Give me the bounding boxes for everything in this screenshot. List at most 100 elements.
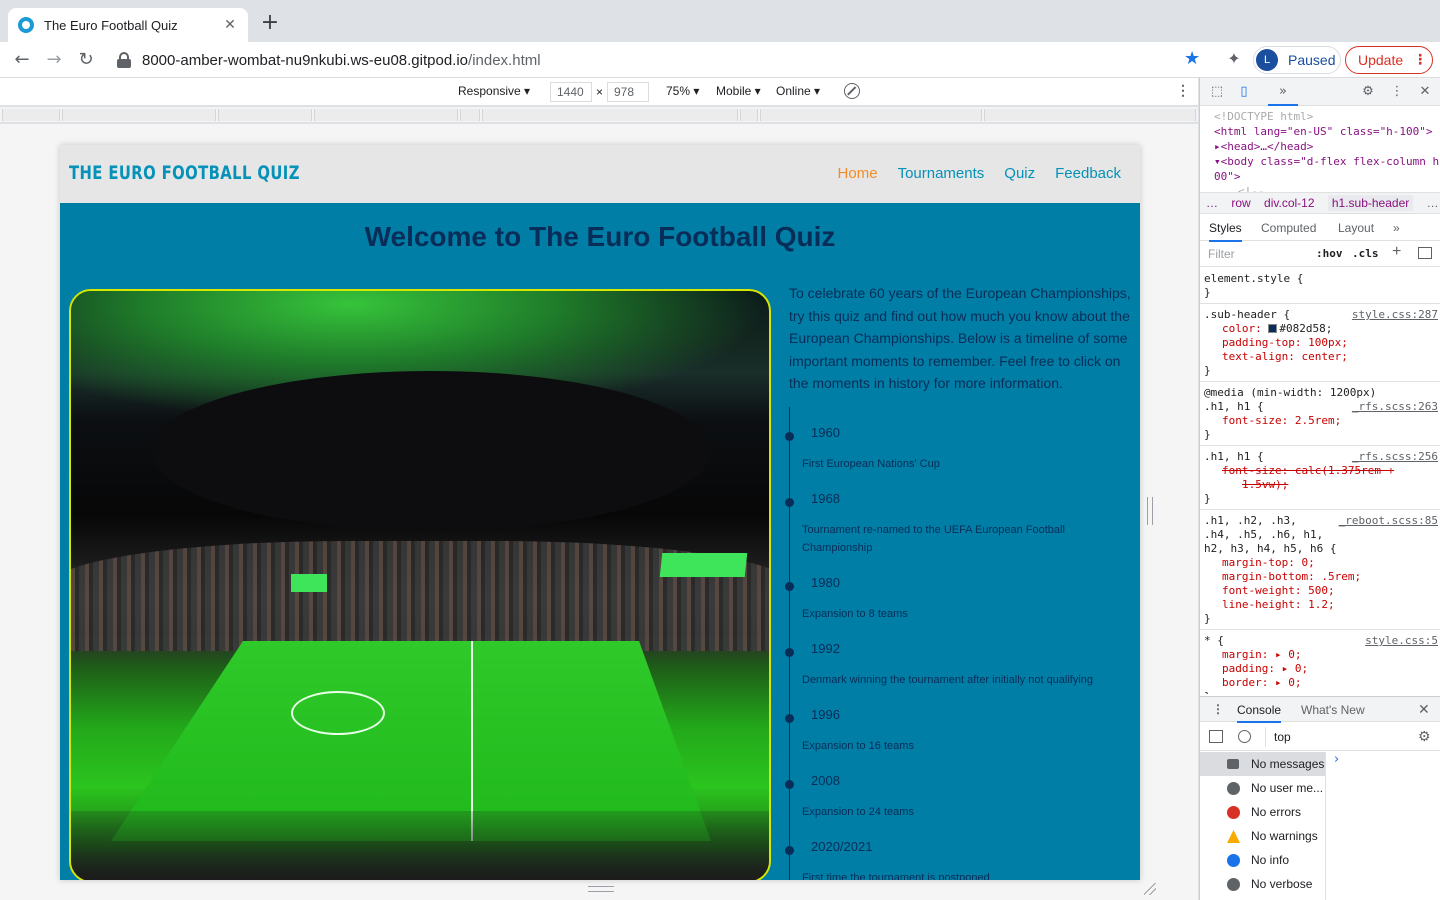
console-filter-errors[interactable]: No errors	[1200, 800, 1325, 824]
color-swatch[interactable]	[1268, 324, 1278, 333]
css-property[interactable]: margin: ▸ 0;	[1204, 648, 1437, 662]
css-property[interactable]: padding: ▸ 0;	[1204, 662, 1437, 676]
css-property[interactable]: color:	[1222, 322, 1262, 335]
breadcrumb-item[interactable]: …	[1427, 196, 1439, 210]
nav-link-tournaments[interactable]: Tournaments	[898, 165, 985, 182]
tab-console[interactable]: Console	[1237, 703, 1282, 723]
media-query-ruler[interactable]	[0, 107, 1198, 123]
breadcrumb-item[interactable]: row	[1231, 196, 1250, 210]
timeline-year[interactable]: 1992	[811, 641, 840, 656]
close-tab-icon[interactable]: ✕	[222, 17, 238, 33]
console-filter-verbose[interactable]: No verbose	[1200, 872, 1325, 896]
dom-body-node[interactable]: ▾<body class="d-flex flex-column h-1	[1214, 154, 1440, 169]
lock-icon[interactable]	[116, 52, 132, 68]
site-brand[interactable]: THE EURO FOOTBALL QUIZ	[69, 162, 300, 184]
more-tabs-icon[interactable]: »	[1275, 84, 1291, 100]
breadcrumb-item[interactable]: …	[1206, 196, 1218, 210]
reload-icon[interactable]: ↻	[74, 48, 98, 72]
extensions-puzzle-icon[interactable]: ✦	[1224, 49, 1244, 69]
style-rule[interactable]: _rfs.scss:256 .h1, h1 { font-size: calc(…	[1200, 446, 1440, 510]
timeline-year[interactable]: 1960	[811, 425, 840, 440]
rule-source-link[interactable]: _reboot.scss:85	[1339, 514, 1438, 528]
devtools-menu-icon[interactable]: ⋮	[1389, 84, 1405, 100]
console-filter-messages[interactable]: No messages	[1200, 752, 1325, 776]
viewport-height-input[interactable]: 978	[607, 82, 649, 102]
css-property[interactable]: font-size: 2.5rem;	[1204, 414, 1437, 428]
tab-computed[interactable]: Computed	[1261, 221, 1316, 235]
timeline-year[interactable]: 2008	[811, 773, 840, 788]
device-dropdown[interactable]: Responsive ▾	[458, 84, 530, 98]
dom-html-node[interactable]: <html lang="en-US" class="h-100">	[1214, 124, 1440, 139]
more-options-icon[interactable]: ⋮	[1176, 82, 1190, 99]
nav-link-home[interactable]: Home	[838, 165, 878, 182]
device-toggle-icon[interactable]: ▯	[1236, 84, 1252, 100]
css-property[interactable]: padding-top: 100px;	[1204, 336, 1437, 350]
back-arrow-icon[interactable]: ←	[10, 48, 34, 72]
css-property[interactable]: border: ▸ 0;	[1204, 676, 1437, 690]
tab-more[interactable]: »	[1393, 221, 1400, 235]
console-prompt[interactable]: ›	[1334, 752, 1339, 767]
tab-layout[interactable]: Layout	[1338, 221, 1374, 235]
css-property[interactable]: margin-bottom: .5rem;	[1204, 570, 1437, 584]
css-property[interactable]: text-align: center;	[1204, 350, 1437, 364]
bookmark-star-icon[interactable]: ★	[1184, 48, 1200, 69]
timeline-year[interactable]: 1980	[811, 575, 840, 590]
rule-source-link[interactable]: _rfs.scss:263	[1352, 400, 1438, 414]
new-rule-icon[interactable]: +	[1392, 243, 1401, 261]
timeline-year[interactable]: 1968	[811, 491, 840, 506]
drawer-menu-icon[interactable]: ⋮	[1212, 702, 1224, 716]
tab-whats-new[interactable]: What's New	[1301, 703, 1365, 717]
rule-source-link[interactable]: _rfs.scss:256	[1352, 450, 1438, 464]
dom-tree[interactable]: <!DOCTYPE html> <html lang="en-US" class…	[1200, 106, 1440, 192]
tab-styles[interactable]: Styles	[1209, 221, 1242, 242]
device-type-dropdown[interactable]: Mobile ▾	[716, 84, 761, 98]
css-property[interactable]: margin-top: 0;	[1204, 556, 1437, 570]
kebab-menu-icon[interactable]: ⋮	[1413, 52, 1427, 68]
dom-head-node[interactable]: ▸<head>…</head>	[1214, 139, 1440, 154]
inspect-element-icon[interactable]: ⬚	[1209, 84, 1225, 100]
style-rule[interactable]: @media (min-width: 1200px) _rfs.scss:263…	[1200, 382, 1440, 446]
css-property[interactable]: font-weight: 500;	[1204, 584, 1437, 598]
style-rule[interactable]: element.style { }	[1200, 268, 1440, 304]
hov-toggle[interactable]: :hov	[1316, 247, 1343, 260]
rule-source-link[interactable]: style.css:5	[1365, 634, 1438, 648]
timeline-year[interactable]: 1996	[811, 707, 840, 722]
context-selector[interactable]: top	[1265, 727, 1403, 747]
css-value[interactable]: #082d58;	[1279, 322, 1332, 335]
update-button[interactable]: Update ⋮	[1345, 46, 1433, 74]
rotate-icon[interactable]	[844, 83, 860, 99]
cls-toggle[interactable]: .cls	[1352, 247, 1379, 260]
rule-source-link[interactable]: style.css:287	[1352, 308, 1438, 322]
browser-tab[interactable]: The Euro Football Quiz ✕	[8, 8, 248, 42]
viewport-width-input[interactable]: 1440	[550, 82, 592, 102]
viewport-resize-handle-right[interactable]	[1147, 497, 1153, 525]
settings-gear-icon[interactable]: ⚙	[1360, 84, 1376, 100]
url-text[interactable]: 8000-amber-wombat-nu9nkubi.ws-eu08.gitpo…	[142, 52, 541, 69]
dom-doctype[interactable]: <!DOCTYPE html>	[1214, 109, 1440, 124]
throttling-dropdown[interactable]: Online ▾	[776, 84, 820, 98]
breadcrumb-item[interactable]: div.col-12	[1264, 196, 1314, 210]
computed-sidebar-toggle-icon[interactable]	[1418, 247, 1432, 259]
close-devtools-icon[interactable]: ✕	[1417, 84, 1433, 100]
console-filter-user[interactable]: No user me...	[1200, 776, 1325, 800]
style-rule[interactable]: style.css:287 .sub-header { color: #082d…	[1200, 304, 1440, 382]
nav-link-feedback[interactable]: Feedback	[1055, 165, 1121, 182]
dom-comment[interactable]: <!--	[1214, 184, 1440, 192]
css-property[interactable]: line-height: 1.2;	[1204, 598, 1437, 612]
nav-link-quiz[interactable]: Quiz	[1004, 165, 1035, 182]
viewport-resize-handle-corner[interactable]	[1144, 883, 1156, 895]
timeline-year[interactable]: 2020/2021	[811, 839, 872, 854]
css-property-overridden[interactable]: font-size: calc(1.375rem +	[1204, 464, 1437, 478]
profile-button[interactable]: L Paused	[1253, 46, 1341, 74]
zoom-dropdown[interactable]: 75% ▾	[666, 84, 699, 98]
console-sidebar-icon[interactable]	[1209, 730, 1223, 743]
console-filter-info[interactable]: No info	[1200, 848, 1325, 872]
new-tab-button[interactable]: +	[258, 12, 282, 36]
style-rule[interactable]: style.css:5 * { margin: ▸ 0; padding: ▸ …	[1200, 630, 1440, 694]
styles-filter-input[interactable]: Filter	[1208, 247, 1235, 261]
address-bar[interactable]: 8000-amber-wombat-nu9nkubi.ws-eu08.gitpo…	[108, 46, 1210, 74]
forward-arrow-icon[interactable]: →	[42, 48, 66, 72]
viewport-resize-handle-bottom[interactable]	[588, 886, 614, 892]
clear-console-icon[interactable]	[1238, 730, 1251, 743]
console-filter-warnings[interactable]: No warnings	[1200, 824, 1325, 848]
